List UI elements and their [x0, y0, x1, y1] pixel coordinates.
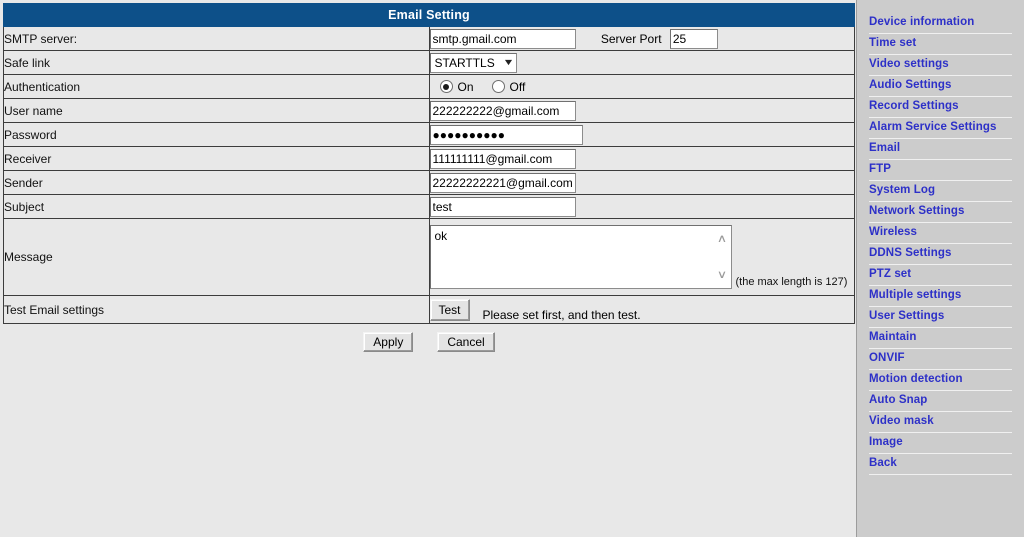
- radio-off-icon[interactable]: [491, 80, 505, 93]
- sidebar-item-maintain[interactable]: Maintain: [869, 328, 1012, 349]
- main-content: Email Setting SMTP server: Server Port S…: [0, 0, 856, 537]
- sidebar-item-image[interactable]: Image: [869, 433, 1012, 454]
- sidebar-item-time-set[interactable]: Time set: [869, 34, 1012, 55]
- page-title-bar: Email Setting: [3, 3, 855, 27]
- test-email-note: Please set first, and then test.: [482, 308, 641, 322]
- message-scrollbar[interactable]: ∧ ∨: [715, 227, 730, 287]
- subject-input[interactable]: [429, 196, 576, 217]
- authentication-radio-group: On Off: [430, 80, 855, 94]
- sidebar-item-back[interactable]: Back: [869, 454, 1012, 475]
- sidebar-item-auto-snap[interactable]: Auto Snap: [869, 391, 1012, 412]
- apply-button[interactable]: Apply: [363, 332, 414, 352]
- radio-on-icon[interactable]: [439, 80, 453, 93]
- cancel-button[interactable]: Cancel: [437, 332, 495, 352]
- receiver-input[interactable]: [429, 148, 576, 169]
- receiver-value-cell: [428, 146, 855, 171]
- sidebar-item-ftp[interactable]: FTP: [869, 160, 1012, 181]
- message-label: Message: [3, 218, 430, 296]
- chevron-down-icon: ▼: [502, 57, 515, 67]
- sidebar-item-network-settings[interactable]: Network Settings: [869, 202, 1012, 223]
- authentication-off-option[interactable]: Off: [491, 79, 526, 94]
- sidebar-item-video-mask[interactable]: Video mask: [869, 412, 1012, 433]
- sender-label: Sender: [3, 170, 430, 195]
- user-name-input[interactable]: [429, 100, 576, 121]
- sidebar-item-multiple-settings[interactable]: Multiple settings: [869, 286, 1012, 307]
- sidebar-item-device-information[interactable]: Device information: [869, 13, 1012, 34]
- smtp-server-value-cell: Server Port: [428, 26, 855, 51]
- form-action-bar: Apply Cancel: [3, 332, 855, 352]
- table-row-sender: Sender: [3, 170, 855, 195]
- message-textarea[interactable]: ok ∧ ∨: [429, 225, 732, 289]
- subject-value-cell: [428, 194, 855, 219]
- authentication-off-label: Off: [509, 79, 526, 94]
- authentication-label: Authentication: [3, 74, 430, 99]
- table-row-subject: Subject: [3, 194, 855, 219]
- message-max-length-hint: (the max length is 127): [735, 276, 848, 288]
- message-wrapper: ok ∧ ∨ (the max length is 127): [429, 225, 855, 289]
- email-settings-form: Email Setting SMTP server: Server Port S…: [3, 3, 855, 324]
- message-textarea-value: ok: [434, 229, 448, 243]
- scroll-up-icon[interactable]: ∧: [717, 234, 727, 245]
- test-email-label: Test Email settings: [3, 295, 430, 324]
- smtp-server-input[interactable]: [429, 28, 576, 49]
- authentication-on-label: On: [457, 79, 474, 94]
- server-port-input[interactable]: [669, 28, 718, 49]
- smtp-server-label: SMTP server:: [3, 26, 430, 51]
- table-row-password: Password: [3, 122, 855, 147]
- sidebar-item-onvif[interactable]: ONVIF: [869, 349, 1012, 370]
- table-row-receiver: Receiver: [3, 146, 855, 171]
- user-name-value-cell: [428, 98, 855, 123]
- safe-link-label: Safe link: [3, 50, 430, 75]
- safe-link-value-cell: STARTTLS ▼: [428, 50, 855, 75]
- safe-link-selected-value: STARTTLS: [434, 55, 495, 70]
- sidebar-navigation: Device information Time set Video settin…: [856, 0, 1024, 537]
- subject-label: Subject: [3, 194, 430, 219]
- sidebar-item-email[interactable]: Email: [869, 139, 1012, 160]
- message-value-cell: ok ∧ ∨ (the max length is 127): [428, 218, 855, 296]
- password-input[interactable]: [429, 124, 583, 145]
- authentication-on-option[interactable]: On: [439, 79, 474, 94]
- sidebar-item-alarm-service-settings[interactable]: Alarm Service Settings: [869, 118, 1012, 139]
- test-email-value-cell: Test Please set first, and then test.: [428, 295, 855, 324]
- sidebar-item-ptz-set[interactable]: PTZ set: [869, 265, 1012, 286]
- sidebar-item-wireless[interactable]: Wireless: [869, 223, 1012, 244]
- table-row-safe-link: Safe link STARTTLS ▼: [3, 50, 855, 75]
- table-row-test-email: Test Email settings Test Please set firs…: [3, 295, 855, 324]
- page-title: Email Setting: [388, 8, 470, 22]
- receiver-label: Receiver: [3, 146, 430, 171]
- safe-link-select[interactable]: STARTTLS ▼: [429, 52, 517, 73]
- sidebar-item-record-settings[interactable]: Record Settings: [869, 97, 1012, 118]
- table-row-smtp: SMTP server: Server Port: [3, 26, 855, 51]
- sender-input[interactable]: [429, 172, 576, 193]
- scroll-down-icon[interactable]: ∨: [717, 270, 727, 281]
- sidebar-item-user-settings[interactable]: User Settings: [869, 307, 1012, 328]
- authentication-value-cell: On Off: [428, 74, 855, 99]
- test-button[interactable]: Test: [429, 298, 470, 321]
- sidebar-item-video-settings[interactable]: Video settings: [869, 55, 1012, 76]
- server-port-label: Server Port: [600, 31, 662, 46]
- title-row: Email Setting: [3, 3, 855, 27]
- sidebar-item-ddns-settings[interactable]: DDNS Settings: [869, 244, 1012, 265]
- password-label: Password: [3, 122, 430, 147]
- sender-value-cell: [428, 170, 855, 195]
- email-setting-page: Email Setting SMTP server: Server Port S…: [0, 0, 1024, 537]
- password-value-cell: [428, 122, 855, 147]
- sidebar-item-motion-detection[interactable]: Motion detection: [869, 370, 1012, 391]
- sidebar-item-audio-settings[interactable]: Audio Settings: [869, 76, 1012, 97]
- sidebar-item-system-log[interactable]: System Log: [869, 181, 1012, 202]
- test-email-wrapper: Test Please set first, and then test.: [429, 297, 855, 322]
- table-row-user-name: User name: [3, 98, 855, 123]
- user-name-label: User name: [3, 98, 430, 123]
- table-row-authentication: Authentication On Off: [3, 74, 855, 99]
- table-row-message: Message ok ∧ ∨ (the max length is 127): [3, 218, 855, 296]
